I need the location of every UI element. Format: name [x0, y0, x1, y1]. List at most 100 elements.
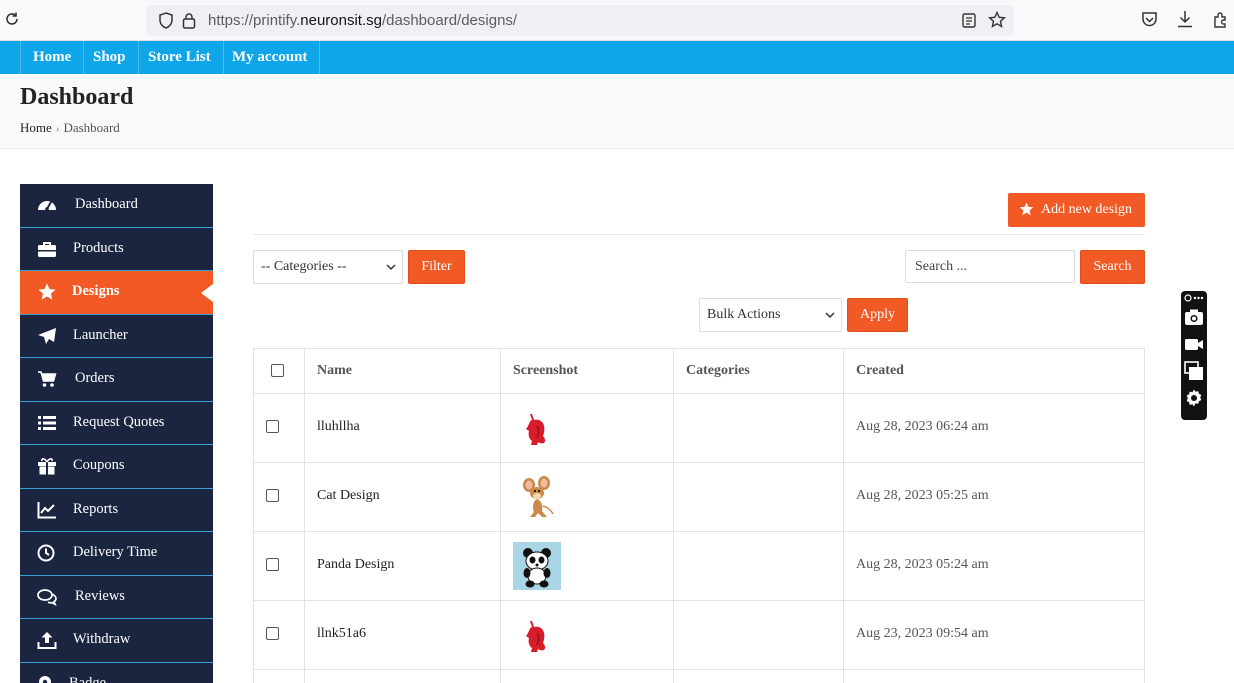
table-row: Panda Design Aug 28, 2023 05:24 am: [254, 532, 1144, 601]
header-select-cell: [254, 349, 304, 393]
sidebar-item-label: Dashboard: [75, 196, 138, 212]
cartoon-mouse-thumbnail[interactable]: [513, 473, 561, 521]
name-cell: lluhllha: [304, 394, 500, 462]
browser-toolbar: https://printify.neuronsit.sg/dashboard/…: [0, 0, 1234, 41]
sidebar-item-reports[interactable]: Reports: [20, 488, 213, 532]
created-cell: Aug 28, 2023 06:24 am: [843, 394, 1144, 462]
panda-thumbnail[interactable]: [513, 542, 561, 590]
reload-icon[interactable]: [4, 11, 20, 27]
categories-cell: [673, 463, 843, 531]
categories-select[interactable]: -- Categories --: [253, 250, 403, 284]
pocket-icon[interactable]: [1141, 11, 1158, 28]
download-icon[interactable]: [1177, 10, 1193, 28]
screenshot-cell: [500, 532, 673, 600]
nav-store-list[interactable]: Store List: [136, 41, 224, 74]
sidebar-item-products[interactable]: Products: [20, 227, 213, 271]
row-checkbox[interactable]: [266, 420, 279, 433]
video-camera-icon[interactable]: [1184, 334, 1204, 354]
sidebar-item-dashboard[interactable]: Dashboard: [20, 184, 213, 228]
map-marker-icon: [39, 675, 51, 683]
red-cat-thumbnail[interactable]: [513, 611, 561, 659]
capture-toolbar: [1181, 291, 1207, 420]
chevron-down-icon: [825, 312, 835, 319]
chevron-down-icon: [386, 264, 396, 271]
search-button[interactable]: Search: [1080, 250, 1145, 284]
list-icon: [38, 415, 56, 430]
apply-button[interactable]: Apply: [847, 298, 908, 332]
star-icon: [38, 283, 56, 300]
sidebar-item-label: Withdraw: [73, 631, 131, 647]
table-row: lluhllha Aug 28, 2023 06:24 am: [254, 394, 1144, 463]
sidebar-item-reviews[interactable]: Reviews: [20, 575, 213, 619]
address-bar[interactable]: https://printify.neuronsit.sg/dashboard/…: [146, 5, 1014, 36]
sidebar-item-orders[interactable]: Orders: [20, 358, 213, 402]
breadcrumb-current: Dashboard: [63, 120, 120, 135]
dashboard-gauge-icon: [38, 201, 56, 211]
screenshot-cell: [500, 394, 673, 462]
camera-icon[interactable]: [1184, 307, 1204, 327]
sidebar-item-label: Coupons: [73, 457, 125, 473]
sidebar-item-coupons[interactable]: Coupons: [20, 445, 213, 489]
windows-icon[interactable]: [1184, 361, 1204, 381]
divider: [253, 234, 1145, 235]
bookmark-star-icon[interactable]: [988, 11, 1006, 29]
comments-icon: [37, 588, 57, 606]
sidebar-item-withdraw[interactable]: Withdraw: [20, 619, 213, 663]
sidebar-item-label: Launcher: [73, 326, 128, 343]
created-date: Aug 23, 2023 09:54 am: [856, 626, 989, 641]
cart-icon: [38, 371, 57, 387]
created-date: Aug 28, 2023 06:24 am: [856, 419, 989, 434]
shield-icon[interactable]: [158, 12, 174, 29]
sidebar-item-badge[interactable]: Badge: [20, 662, 213, 683]
row-select-cell: [254, 532, 304, 600]
extensions-icon[interactable]: [1212, 10, 1230, 28]
select-all-checkbox[interactable]: [271, 364, 284, 377]
bulk-actions-select[interactable]: Bulk Actions: [699, 298, 842, 332]
sidebar-item-label: Orders: [75, 370, 115, 386]
sidebar-item-launcher[interactable]: Launcher: [20, 314, 213, 358]
sidebar-item-designs[interactable]: Designs: [20, 271, 213, 315]
column-header-categories: Categories: [686, 363, 750, 378]
categories-select-value: -- Categories --: [261, 259, 347, 274]
screenshot-cell: [500, 670, 673, 683]
design-name-link[interactable]: llnk51a6: [317, 626, 366, 642]
row-select-cell: [254, 601, 304, 669]
search-input[interactable]: [905, 250, 1075, 283]
header-categories-cell: Categories: [673, 349, 843, 393]
red-cat-thumbnail[interactable]: [513, 404, 561, 452]
design-name-link[interactable]: Cat Design: [317, 488, 380, 504]
created-date: Aug 28, 2023 05:25 am: [856, 488, 989, 503]
filter-button[interactable]: Filter: [408, 250, 465, 284]
name-cell: Cat Design: [304, 463, 500, 531]
briefcase-icon: [38, 241, 56, 257]
paper-plane-icon: [38, 327, 56, 344]
reader-view-icon[interactable]: [962, 13, 976, 28]
breadcrumb-home[interactable]: Home: [20, 120, 52, 135]
row-checkbox[interactable]: [266, 489, 279, 502]
nav-my-account[interactable]: My account: [220, 41, 321, 74]
created-cell: Aug 28, 2023 05:24 am: [843, 532, 1144, 600]
breadcrumb: Home › Dashboard: [20, 120, 120, 136]
table-row: Cat Design Aug 28, 2023 05:25 am: [254, 463, 1144, 532]
chevron-right-icon: ›: [55, 123, 60, 135]
sidebar-item-request-quotes[interactable]: Request Quotes: [20, 401, 213, 445]
row-checkbox[interactable]: [266, 627, 279, 640]
nav-home[interactable]: Home: [20, 41, 85, 74]
design-name-link[interactable]: Panda Design: [317, 557, 394, 573]
lock-icon[interactable]: [182, 12, 196, 29]
header-created-cell: Created: [843, 349, 1144, 393]
sidebar-item-delivery-time[interactable]: Delivery Time: [20, 532, 213, 576]
sidebar-item-label: Delivery Time: [73, 544, 158, 560]
page-title: Dashboard: [20, 84, 134, 110]
design-name-link[interactable]: lluhllha: [317, 419, 360, 435]
row-checkbox[interactable]: [266, 558, 279, 571]
nav-shop[interactable]: Shop: [81, 41, 139, 74]
sidebar-item-label: Badge: [69, 674, 107, 683]
screenshot-cell: [500, 601, 673, 669]
header-name-cell: Name: [304, 349, 500, 393]
add-new-design-button[interactable]: Add new design: [1008, 193, 1145, 227]
clock-icon: [37, 544, 55, 562]
column-header-created: Created: [856, 363, 904, 378]
settings-gear-icon[interactable]: [1184, 388, 1204, 408]
more-options-icon[interactable]: [1184, 293, 1204, 303]
